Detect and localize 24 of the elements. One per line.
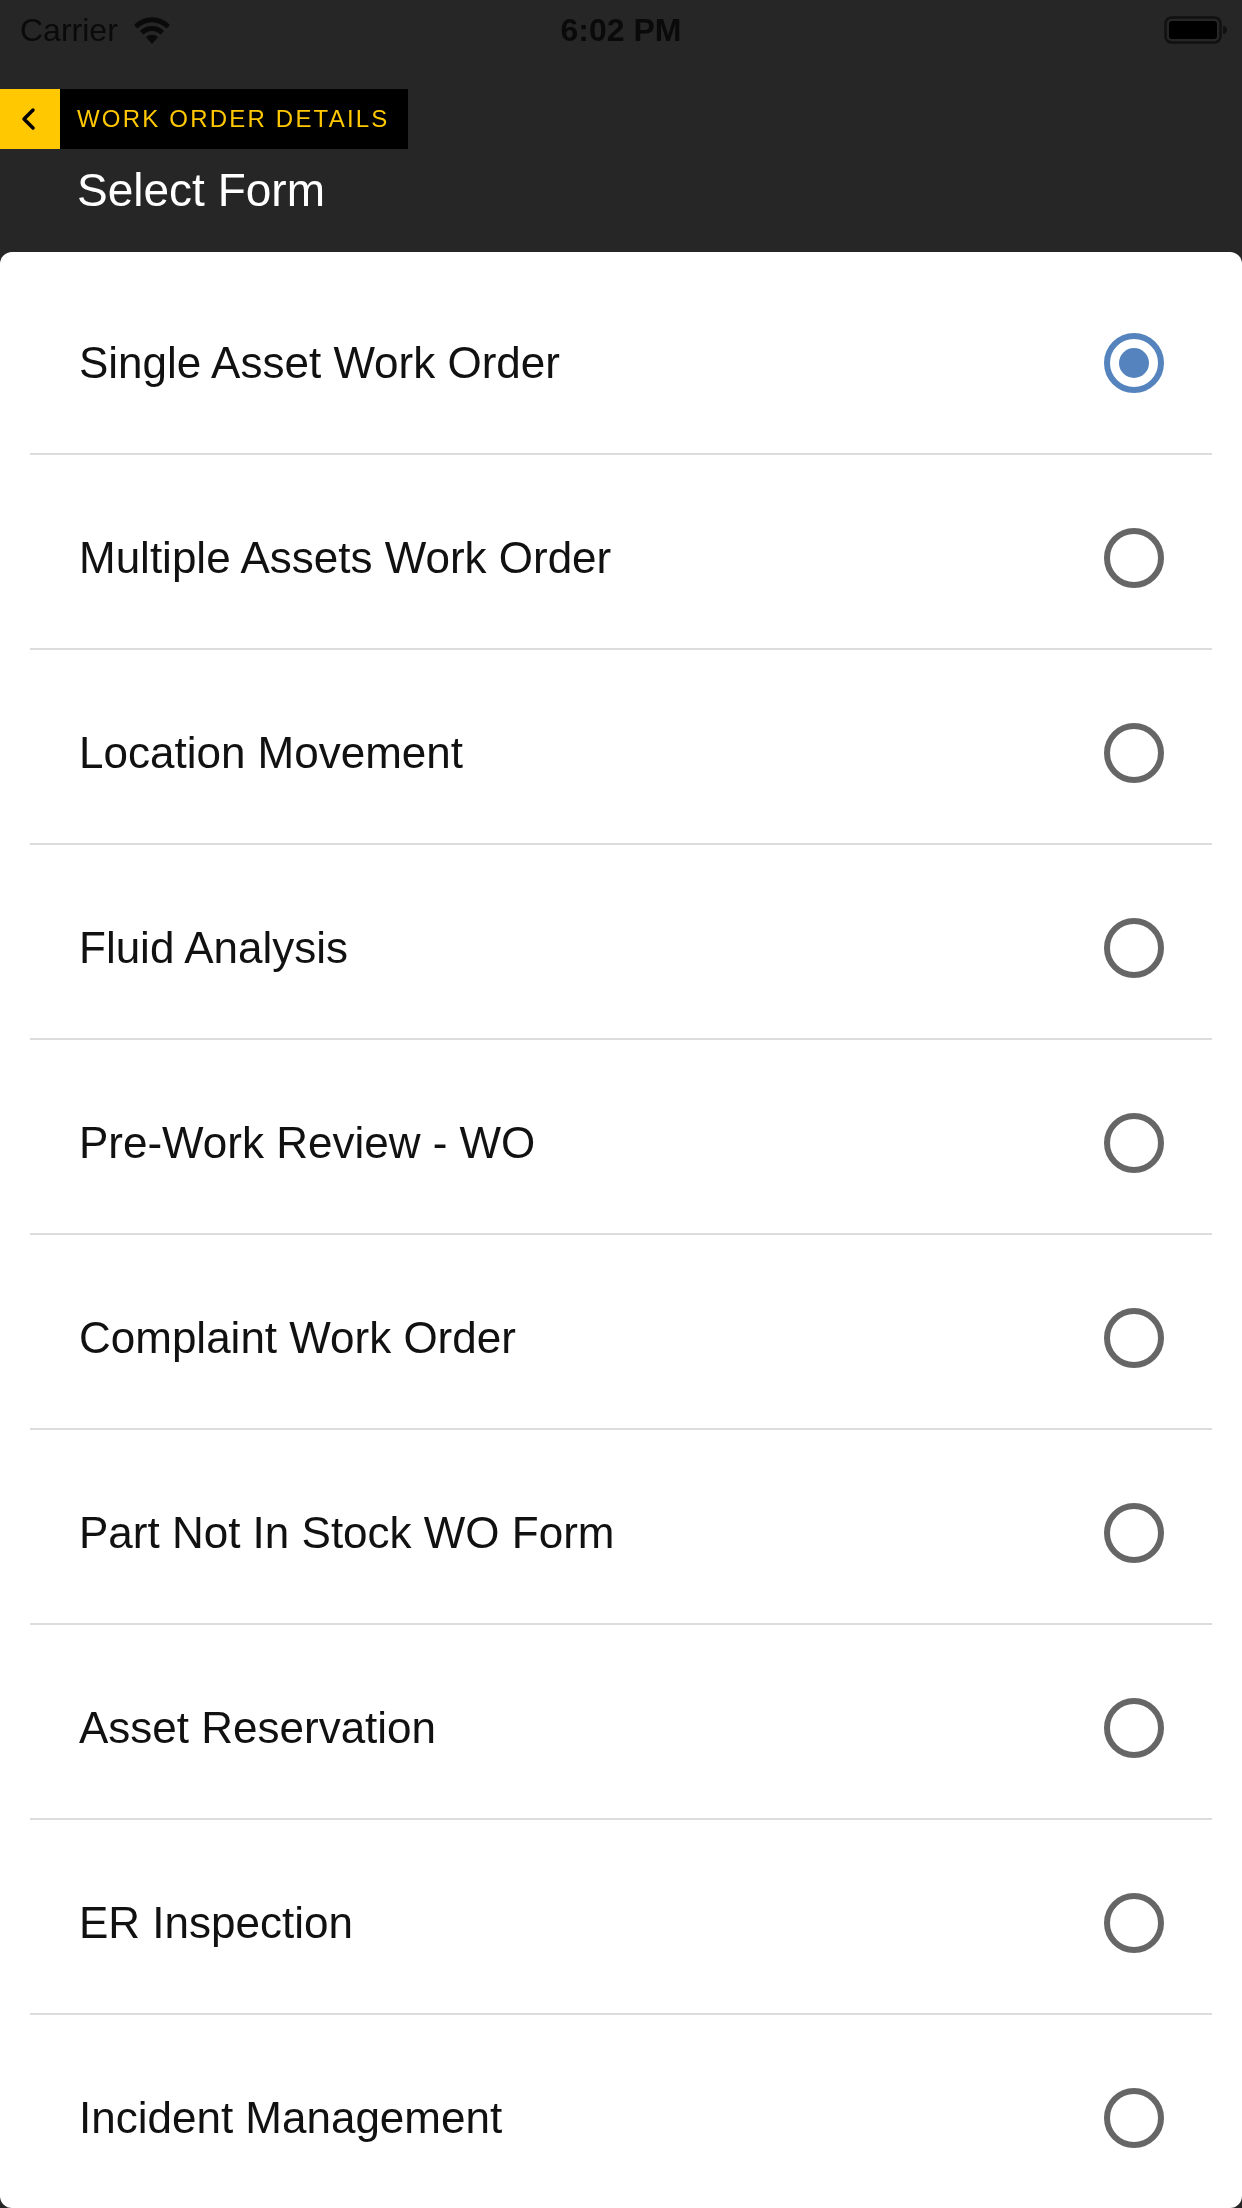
form-option-label[interactable]: Asset Reservation	[79, 1702, 437, 1753]
radio-button[interactable]	[1104, 527, 1164, 588]
form-option-label[interactable]: Multiple Assets Work Order	[79, 532, 612, 583]
radio-button[interactable]	[1104, 722, 1164, 783]
form-option-label[interactable]: Complaint Work Order	[79, 1312, 516, 1363]
radio-button[interactable]	[1104, 2087, 1164, 2148]
back-button[interactable]: WORK ORDER DETAILS	[0, 89, 408, 149]
page-title: Select Form	[77, 163, 325, 218]
form-option-label[interactable]: Incident Management	[79, 2092, 503, 2143]
form-option-label[interactable]: Part Not In Stock WO Form	[79, 1507, 615, 1558]
chevron-left-icon	[0, 89, 60, 149]
radio-button[interactable]	[1104, 917, 1164, 978]
form-option-label[interactable]: Fluid Analysis	[79, 922, 348, 973]
radio-button[interactable]	[1104, 1307, 1164, 1368]
form-option-label[interactable]: ER Inspection	[79, 1897, 353, 1948]
radio-button[interactable]	[1104, 332, 1164, 393]
form-option-label[interactable]: Location Movement	[79, 727, 463, 778]
radio-button[interactable]	[1104, 1112, 1164, 1173]
form-option-label[interactable]: Pre-Work Review - WO	[79, 1117, 536, 1168]
radio-button[interactable]	[1104, 1892, 1164, 1953]
form-option-label[interactable]: Single Asset Work Order	[79, 337, 560, 388]
radio-button[interactable]	[1104, 1697, 1164, 1758]
battery-icon	[1164, 16, 1228, 44]
radio-button[interactable]	[1104, 1502, 1164, 1563]
